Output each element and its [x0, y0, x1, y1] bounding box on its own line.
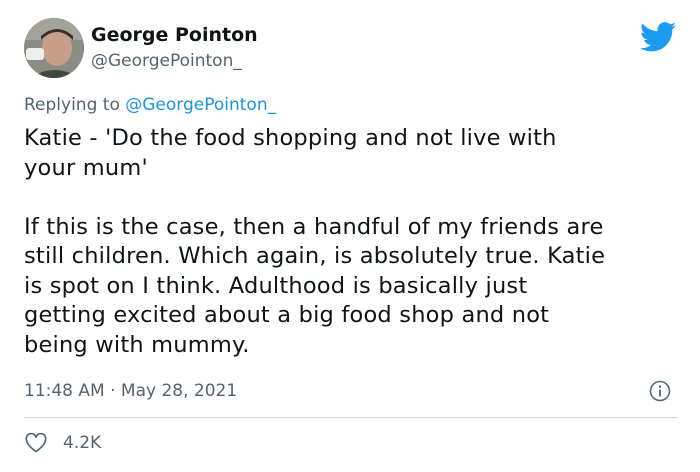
avatar-photo — [24, 18, 84, 78]
twitter-bird-icon[interactable] — [640, 22, 676, 52]
like-button[interactable]: 4.2K — [25, 430, 101, 456]
divider — [24, 417, 677, 418]
tweet-text: Katie - 'Do the food shopping and not li… — [24, 125, 606, 358]
heart-icon — [25, 433, 47, 453]
replying-to-label: Replying to — [24, 95, 120, 115]
avatar[interactable] — [24, 18, 84, 78]
info-icon[interactable] — [649, 380, 671, 402]
tweet-timestamp[interactable]: 11:48 AM · May 28, 2021 — [24, 380, 237, 402]
replying-to-mention[interactable]: @GeorgePointon_ — [125, 95, 276, 115]
like-count: 4.2K — [63, 433, 102, 453]
author-handle[interactable]: @GeorgePointon_ — [91, 50, 242, 72]
author-name[interactable]: George Pointon — [91, 23, 258, 47]
replying-to: Replying to @GeorgePointon_ — [24, 94, 276, 116]
